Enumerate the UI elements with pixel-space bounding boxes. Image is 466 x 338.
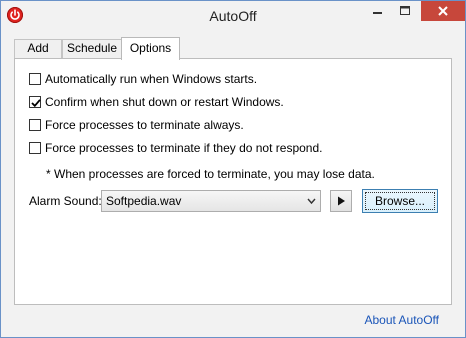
play-sound-button[interactable] bbox=[330, 190, 352, 212]
close-icon bbox=[438, 6, 448, 16]
confirm-checkbox[interactable] bbox=[29, 96, 41, 108]
alarm-sound-select[interactable]: Softpedia.wav bbox=[101, 190, 321, 212]
chevron-down-icon bbox=[307, 198, 316, 205]
title-bar[interactable]: AutoOff bbox=[1, 1, 465, 31]
minimize-button[interactable] bbox=[365, 1, 391, 21]
checkbox-label: Force processes to terminate if they do … bbox=[45, 141, 323, 155]
tab-options[interactable]: Options bbox=[121, 37, 180, 60]
checkbox-row-autorun[interactable]: Automatically run when Windows starts. bbox=[29, 71, 257, 87]
alarm-sound-value: Softpedia.wav bbox=[106, 194, 182, 208]
data-loss-note: * When processes are forced to terminate… bbox=[46, 167, 375, 181]
maximize-icon bbox=[400, 6, 410, 15]
force-always-checkbox[interactable] bbox=[29, 119, 41, 131]
close-button[interactable] bbox=[421, 1, 465, 21]
force-unresponsive-checkbox[interactable] bbox=[29, 142, 41, 154]
options-panel: Automatically run when Windows starts. C… bbox=[14, 58, 452, 305]
checkbox-row-confirm[interactable]: Confirm when shut down or restart Window… bbox=[29, 94, 284, 110]
tab-schedule[interactable]: Schedule bbox=[62, 39, 122, 58]
browse-button-label: Browse... bbox=[365, 192, 435, 210]
checkbox-label: Force processes to terminate always. bbox=[45, 118, 244, 132]
autorun-checkbox[interactable] bbox=[29, 73, 41, 85]
play-icon bbox=[338, 196, 345, 206]
checkbox-row-force-unresponsive[interactable]: Force processes to terminate if they do … bbox=[29, 140, 322, 156]
checkbox-row-force-always[interactable]: Force processes to terminate always. bbox=[29, 117, 244, 133]
about-link[interactable]: About AutoOff bbox=[364, 313, 439, 327]
autooff-window: AutoOff Add Schedule Options Automatical… bbox=[0, 0, 466, 338]
minimize-icon bbox=[373, 12, 382, 14]
checkmark-icon bbox=[31, 99, 41, 108]
maximize-button[interactable] bbox=[392, 1, 418, 21]
checkbox-label: Confirm when shut down or restart Window… bbox=[45, 95, 284, 109]
alarm-sound-label: Alarm Sound: bbox=[29, 194, 102, 208]
browse-button[interactable]: Browse... bbox=[362, 189, 438, 213]
checkbox-label: Automatically run when Windows starts. bbox=[45, 72, 258, 86]
tab-add[interactable]: Add bbox=[14, 39, 62, 58]
